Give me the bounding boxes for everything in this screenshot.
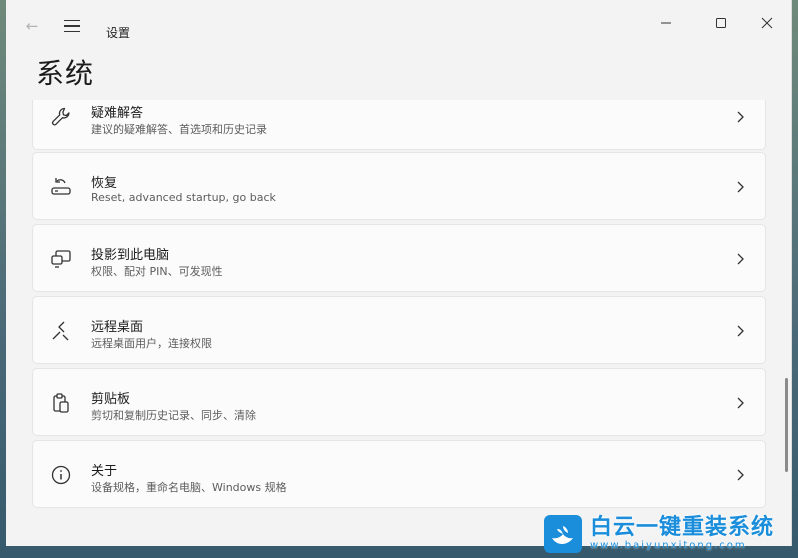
chevron-right-icon	[737, 253, 744, 265]
card-description: 权限、配对 PIN、可发现性	[91, 265, 223, 278]
close-icon	[761, 17, 773, 29]
card-troubleshoot[interactable]: 疑难解答 建议的疑难解答、首选项和历史记录	[32, 100, 766, 150]
app-title: 设置	[106, 26, 131, 40]
clipboard-icon	[53, 393, 69, 413]
settings-list: 疑难解答 建议的疑难解答、首选项和历史记录 恢复 Reset, advanced…	[32, 100, 766, 520]
wrench-icon	[51, 107, 70, 126]
watermark-logo: 白云一键重装系统 www.baiyunxitong.com	[544, 514, 792, 554]
card-description: 设备规格，重命名电脑、Windows 规格	[91, 481, 287, 494]
card-description: 剪切和复制历史记录、同步、清除	[91, 409, 256, 422]
watermark-title: 白云一键重装系统	[590, 515, 775, 540]
remote-desktop-icon	[52, 321, 69, 341]
card-description: Reset, advanced startup, go back	[91, 191, 276, 204]
card-description: 建议的疑难解答、首选项和历史记录	[91, 123, 267, 136]
chevron-right-icon	[737, 469, 744, 481]
close-button[interactable]	[744, 8, 790, 38]
card-remote-desktop[interactable]: 远程桌面 远程桌面用户，连接权限	[32, 296, 766, 364]
watermark-url: www.baiyunxitong.com	[590, 540, 747, 551]
info-icon	[51, 465, 71, 485]
settings-window: ← 设置 系统 疑难解答 建议的疑难解答、首选项和历史记录 恢复 Reset, …	[6, 0, 792, 546]
bird-icon	[552, 526, 573, 544]
back-arrow-icon[interactable]: ←	[22, 18, 42, 34]
vertical-scrollbar[interactable]	[785, 378, 788, 472]
minimize-button[interactable]	[643, 8, 689, 38]
card-recovery[interactable]: 恢复 Reset, advanced startup, go back	[32, 152, 766, 220]
card-project-to-pc[interactable]: 投影到此电脑 权限、配对 PIN、可发现性	[32, 224, 766, 292]
card-title: 投影到此电脑	[91, 248, 170, 263]
minimize-icon	[661, 22, 671, 24]
chevron-right-icon	[737, 111, 744, 123]
page-title: 系统	[36, 57, 95, 90]
bird-logo-icon	[544, 515, 582, 553]
hamburger-menu-icon[interactable]	[64, 20, 80, 33]
recovery-icon	[51, 178, 71, 195]
card-title: 剪贴板	[91, 392, 131, 407]
maximize-button[interactable]	[698, 8, 744, 38]
card-title: 疑难解答	[91, 106, 144, 121]
chevron-right-icon	[737, 181, 744, 193]
card-description: 远程桌面用户，连接权限	[91, 337, 212, 350]
card-clipboard[interactable]: 剪贴板 剪切和复制历史记录、同步、清除	[32, 368, 766, 436]
chevron-right-icon	[737, 397, 744, 409]
card-title: 关于	[91, 464, 118, 479]
card-title: 恢复	[91, 176, 118, 191]
title-bar: ← 设置	[6, 0, 791, 48]
maximize-icon	[716, 18, 726, 28]
project-to-pc-icon	[51, 250, 71, 268]
chevron-right-icon	[737, 325, 744, 337]
card-title: 远程桌面	[91, 320, 144, 335]
card-about[interactable]: 关于 设备规格，重命名电脑、Windows 规格	[32, 440, 766, 508]
watermark-text: 白云一键重装系统 www.baiyunxitong.com	[590, 516, 774, 552]
